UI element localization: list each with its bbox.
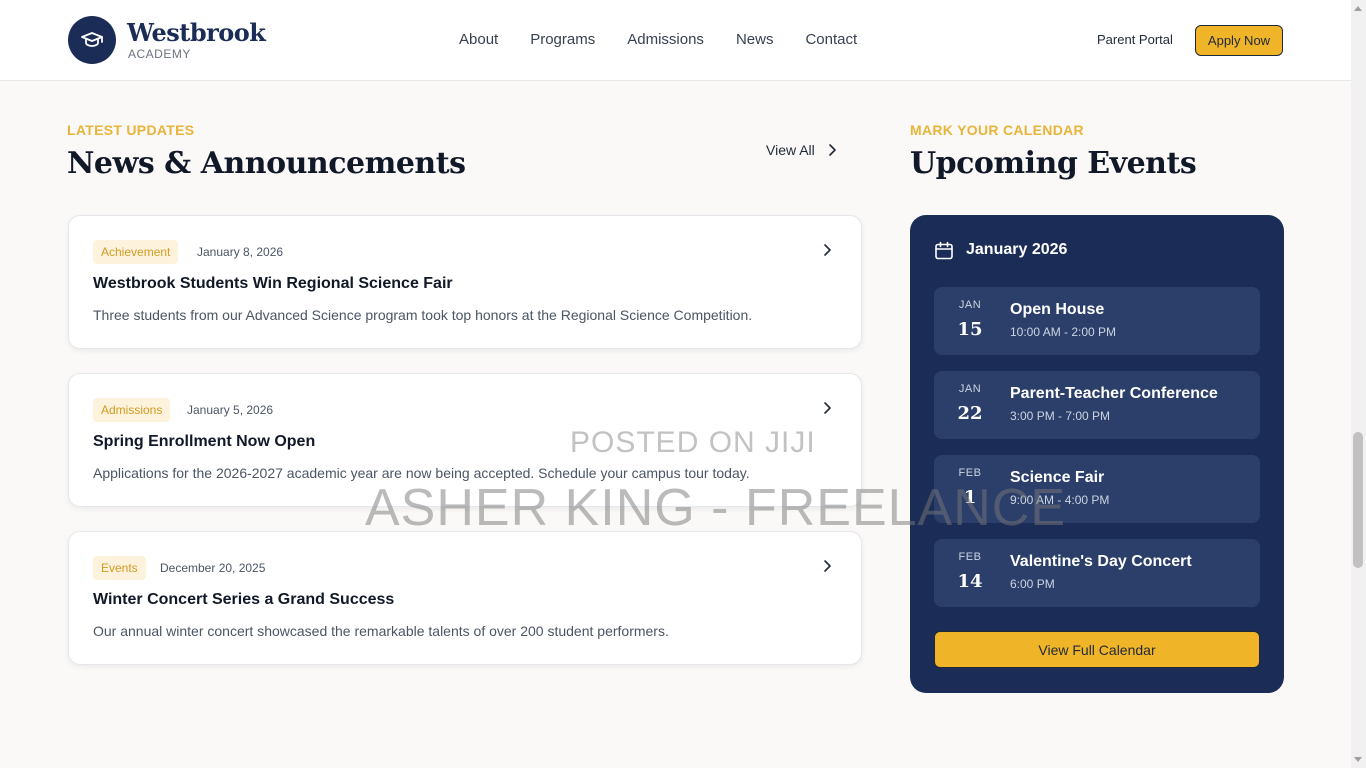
news-date: December 20, 2025 bbox=[160, 561, 266, 575]
graduation-cap-icon bbox=[81, 32, 103, 47]
event-day: 1 bbox=[963, 487, 977, 508]
news-date: January 5, 2026 bbox=[187, 403, 274, 417]
apply-now-button[interactable]: Apply Now bbox=[1195, 25, 1283, 56]
view-full-calendar-button[interactable]: View Full Calendar bbox=[934, 631, 1260, 668]
brand-subtitle: ACADEMY bbox=[128, 47, 191, 61]
events-eyebrow: MARK YOUR CALENDAR bbox=[910, 122, 1084, 138]
news-description: Our annual winter concert showcased the … bbox=[93, 623, 669, 639]
nav-link-about[interactable]: About bbox=[459, 31, 498, 48]
event-month: JAN bbox=[958, 383, 982, 395]
news-section-title: News & Announcements bbox=[67, 146, 466, 181]
event-day: 14 bbox=[957, 571, 983, 592]
news-card[interactable]: Admissions January 5, 2026 Spring Enroll… bbox=[68, 373, 862, 507]
scroll-down-arrow-icon[interactable] bbox=[1354, 757, 1362, 762]
news-title[interactable]: Westbrook Students Win Regional Science … bbox=[93, 275, 453, 293]
news-card[interactable]: Achievement January 8, 2026 Westbrook St… bbox=[68, 215, 862, 349]
news-description: Applications for the 2026-2027 academic … bbox=[93, 465, 750, 481]
event-name: Parent-Teacher Conference bbox=[1010, 385, 1218, 402]
chevron-right-icon[interactable] bbox=[822, 401, 832, 415]
page-scrollbar[interactable] bbox=[1351, 0, 1366, 768]
event-day: 15 bbox=[957, 319, 983, 340]
site-header: Westbrook ACADEMY About Programs Admissi… bbox=[0, 0, 1351, 81]
view-all-link[interactable]: View All bbox=[766, 142, 837, 158]
event-time: 3:00 PM - 7:00 PM bbox=[1010, 409, 1111, 423]
events-section-title: Upcoming Events bbox=[910, 146, 1197, 181]
nav-link-programs[interactable]: Programs bbox=[530, 31, 595, 48]
news-date: January 8, 2026 bbox=[197, 245, 284, 259]
event-name: Science Fair bbox=[1010, 469, 1105, 486]
event-time: 9:00 AM - 4:00 PM bbox=[1010, 493, 1110, 507]
news-card[interactable]: Events December 20, 2025 Winter Concert … bbox=[68, 531, 862, 665]
brand-name[interactable]: Westbrook bbox=[127, 18, 266, 47]
events-panel: January 2026 JAN 15 Open House 10:00 AM … bbox=[910, 215, 1284, 693]
news-eyebrow: LATEST UPDATES bbox=[67, 122, 195, 138]
nav-link-news[interactable]: News bbox=[736, 31, 774, 48]
scrollbar-thumb[interactable] bbox=[1353, 432, 1363, 568]
event-name: Valentine's Day Concert bbox=[1010, 553, 1192, 570]
main-nav: About Programs Admissions News Contact bbox=[459, 31, 889, 48]
event-time: 6:00 PM bbox=[1010, 577, 1055, 591]
event-item[interactable]: FEB 1 Science Fair 9:00 AM - 4:00 PM bbox=[934, 455, 1260, 523]
event-name: Open House bbox=[1010, 301, 1105, 318]
news-title[interactable]: Spring Enrollment Now Open bbox=[93, 433, 315, 451]
event-item[interactable]: JAN 22 Parent-Teacher Conference 3:00 PM… bbox=[934, 371, 1260, 439]
parent-portal-link[interactable]: Parent Portal bbox=[1097, 32, 1173, 47]
chevron-right-icon[interactable] bbox=[822, 559, 832, 573]
chevron-right-icon[interactable] bbox=[822, 243, 832, 257]
calendar-icon bbox=[935, 241, 953, 260]
event-month: FEB bbox=[958, 551, 982, 563]
event-item[interactable]: FEB 14 Valentine's Day Concert 6:00 PM bbox=[934, 539, 1260, 607]
event-day: 22 bbox=[957, 403, 983, 424]
category-badge: Achievement bbox=[93, 240, 179, 264]
category-badge: Events bbox=[93, 556, 146, 580]
chevron-right-icon bbox=[828, 144, 836, 156]
event-time: 10:00 AM - 2:00 PM bbox=[1010, 325, 1117, 339]
logo-badge[interactable] bbox=[68, 16, 116, 64]
event-item[interactable]: JAN 15 Open House 10:00 AM - 2:00 PM bbox=[934, 287, 1260, 355]
event-month: JAN bbox=[958, 299, 982, 311]
category-badge: Admissions bbox=[93, 398, 171, 422]
news-description: Three students from our Advanced Science… bbox=[93, 307, 753, 323]
event-month: FEB bbox=[958, 467, 982, 479]
nav-link-admissions[interactable]: Admissions bbox=[627, 31, 704, 48]
view-all-label: View All bbox=[766, 142, 815, 158]
events-month: January 2026 bbox=[966, 241, 1068, 258]
nav-link-contact[interactable]: Contact bbox=[805, 31, 857, 48]
scroll-up-arrow-icon[interactable] bbox=[1354, 6, 1362, 11]
news-title[interactable]: Winter Concert Series a Grand Success bbox=[93, 591, 394, 609]
